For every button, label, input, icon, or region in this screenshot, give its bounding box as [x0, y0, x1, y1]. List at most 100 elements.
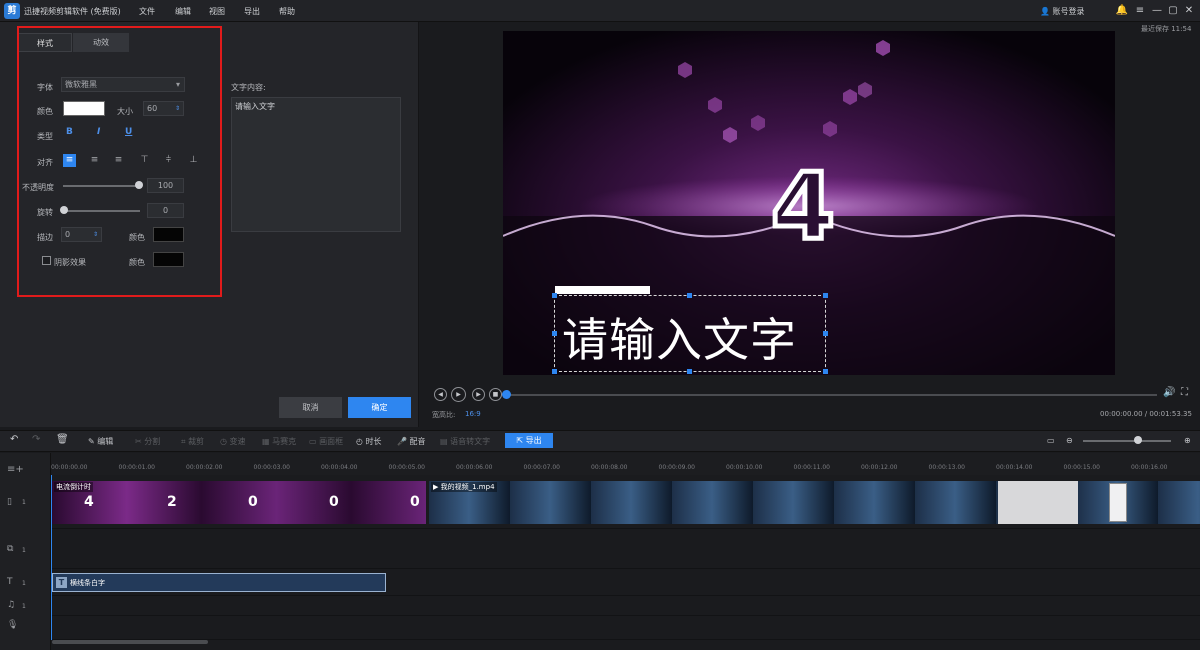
mosaic-label: 马赛克 [272, 437, 297, 446]
login-button[interactable]: 👤 账号登录 [1040, 6, 1085, 17]
play-icon[interactable]: ▶ [451, 387, 466, 402]
split-label: 分割 [144, 437, 161, 446]
menu-icon[interactable]: ≡ [1133, 4, 1147, 18]
timecode: 00:00:00.00 / 00:01:53.35 [1100, 410, 1192, 418]
countdown-digit: 4 [771, 153, 835, 260]
ruler-tick-label: 00:00:09.00 [658, 464, 696, 471]
track-number: 1 [22, 603, 26, 610]
voice-track-icon: 🎙 [7, 620, 19, 630]
split-button[interactable]: ✂ 分割 [135, 436, 160, 447]
mosaic-icon: ▦ [262, 437, 270, 446]
cancel-button[interactable]: 取消 [279, 397, 342, 418]
export-icon: ⇱ [516, 436, 524, 445]
split-icon: ✂ [135, 437, 142, 446]
ok-button[interactable]: 确定 [348, 397, 411, 418]
track-number: 1 [22, 499, 26, 506]
aspect-label: 宽高比: [432, 411, 456, 419]
ruler-tick-label: 00:00:15.00 [1063, 464, 1101, 471]
clip-thumb-white [998, 481, 1078, 524]
app-title: 迅捷视频剪辑软件 (免费版) [24, 7, 121, 16]
menu-export[interactable]: 导出 [244, 6, 260, 17]
ruler-tick-label: 00:00:00.00 [51, 464, 88, 471]
playback-progress[interactable] [505, 394, 1157, 396]
edit-button[interactable]: ✎ 编辑 [88, 436, 113, 447]
close-icon[interactable]: ✕ [1182, 4, 1196, 18]
resize-handle[interactable] [552, 293, 557, 298]
clip-label: ▶ 我的视频_1.mp4 [431, 482, 497, 492]
ruler-tick-label: 00:00:07.00 [523, 464, 561, 471]
resize-handle[interactable] [687, 293, 692, 298]
menu-file[interactable]: 文件 [139, 6, 155, 17]
stop-icon[interactable]: ■ [489, 388, 502, 401]
resize-handle[interactable] [823, 331, 828, 336]
menu-view[interactable]: 视图 [209, 6, 225, 17]
playhead[interactable] [51, 475, 52, 640]
frame-button[interactable]: ▭ 画面框 [309, 436, 343, 447]
dub-label: 配音 [409, 437, 426, 446]
mic-icon: 🎤 [397, 437, 407, 446]
resize-handle[interactable] [823, 369, 828, 374]
mosaic-button[interactable]: ▦ 马赛克 [262, 436, 296, 447]
crop-button[interactable]: ⌗ 裁剪 [181, 436, 204, 447]
progress-knob[interactable] [502, 390, 511, 399]
app-logo-icon: 剪 [4, 3, 20, 19]
delete-icon[interactable]: 🗑 [56, 434, 69, 445]
ruler-tick-label: 00:00:08.00 [591, 464, 628, 471]
timeline-toolbar [0, 430, 1200, 452]
save-time: 最近保存 11:54 [1141, 25, 1192, 33]
video-clip-countdown[interactable]: 电流倒计时 4 2 0 0 0 [52, 481, 426, 524]
timeline-scrollbar[interactable] [52, 640, 208, 644]
text-clip[interactable]: T 横线条白字 [52, 573, 386, 592]
prev-frame-icon[interactable]: ◀ [434, 388, 447, 401]
resize-handle[interactable] [552, 331, 557, 336]
voice-track [51, 616, 1200, 640]
clip-thumb-digit: 0 [248, 494, 258, 510]
tts-button[interactable]: ▤ 语音转文字 [440, 436, 490, 447]
tts-label: 语音转文字 [450, 437, 491, 446]
dub-button[interactable]: 🎤 配音 [397, 436, 426, 447]
add-track-icon[interactable]: ≡+ [7, 464, 24, 475]
zoom-slider-knob[interactable] [1134, 436, 1142, 444]
bell-icon[interactable]: 🔔 [1115, 4, 1129, 18]
video-track-icon: ▯ [7, 497, 12, 507]
fit-icon[interactable]: ▭ [1047, 436, 1055, 445]
music-track [51, 596, 1200, 616]
undo-icon[interactable]: ↶ [10, 434, 18, 445]
track-number: 1 [22, 547, 26, 554]
text-content-label: 文字内容: [231, 83, 266, 92]
export-button[interactable]: ⇱ 导出 [505, 433, 553, 448]
fullscreen-icon[interactable]: ⛶ [1181, 387, 1188, 398]
duration-button[interactable]: ◴ 时长 [356, 436, 382, 447]
clip-thumb-digit: 4 [84, 494, 94, 510]
edit-icon: ✎ [88, 437, 95, 446]
export-label: 导出 [525, 436, 542, 445]
frame-icon: ▭ [309, 437, 317, 446]
text-icon: T [56, 577, 67, 588]
ruler-tick-label: 00:00:05.00 [388, 464, 426, 471]
title-bar: 剪 迅捷视频剪辑软件 (免费版) 文件 编辑 视图 导出 帮助 👤 账号登录 🔔… [0, 0, 1200, 22]
caption-text[interactable]: 请输入文字 [562, 304, 797, 370]
timeline-zoom-slider[interactable] [1083, 440, 1171, 442]
redo-icon[interactable]: ↷ [32, 434, 40, 445]
highlight-box [17, 26, 222, 297]
pip-track [51, 529, 1200, 569]
minimize-icon[interactable]: — [1150, 4, 1164, 18]
video-clip-mp4[interactable]: ▶ 我的视频_1.mp4 [429, 481, 1200, 524]
next-frame-icon[interactable]: ▶ [472, 388, 485, 401]
resize-handle[interactable] [823, 293, 828, 298]
music-track-icon: ♫ [7, 600, 16, 610]
text-track-icon: T [7, 577, 13, 587]
resize-handle[interactable] [552, 369, 557, 374]
zoom-in-icon[interactable]: ⊕ [1184, 436, 1191, 445]
text-content-input[interactable]: 请输入文字 [231, 97, 401, 232]
ruler-tick-label: 00:00:16.00 [1131, 464, 1168, 471]
volume-icon[interactable]: 🔊 [1163, 387, 1175, 398]
speed-button[interactable]: ◷ 变速 [220, 436, 246, 447]
text-clip-label: 横线条白字 [70, 579, 105, 587]
zoom-out-icon[interactable]: ⊖ [1066, 436, 1073, 445]
menu-edit[interactable]: 编辑 [175, 6, 191, 17]
menu-help[interactable]: 帮助 [279, 6, 295, 17]
maximize-icon[interactable]: ▢ [1166, 4, 1180, 18]
pip-track-icon: ⧉ [7, 544, 14, 554]
aspect-value[interactable]: 16:9 [465, 410, 481, 418]
